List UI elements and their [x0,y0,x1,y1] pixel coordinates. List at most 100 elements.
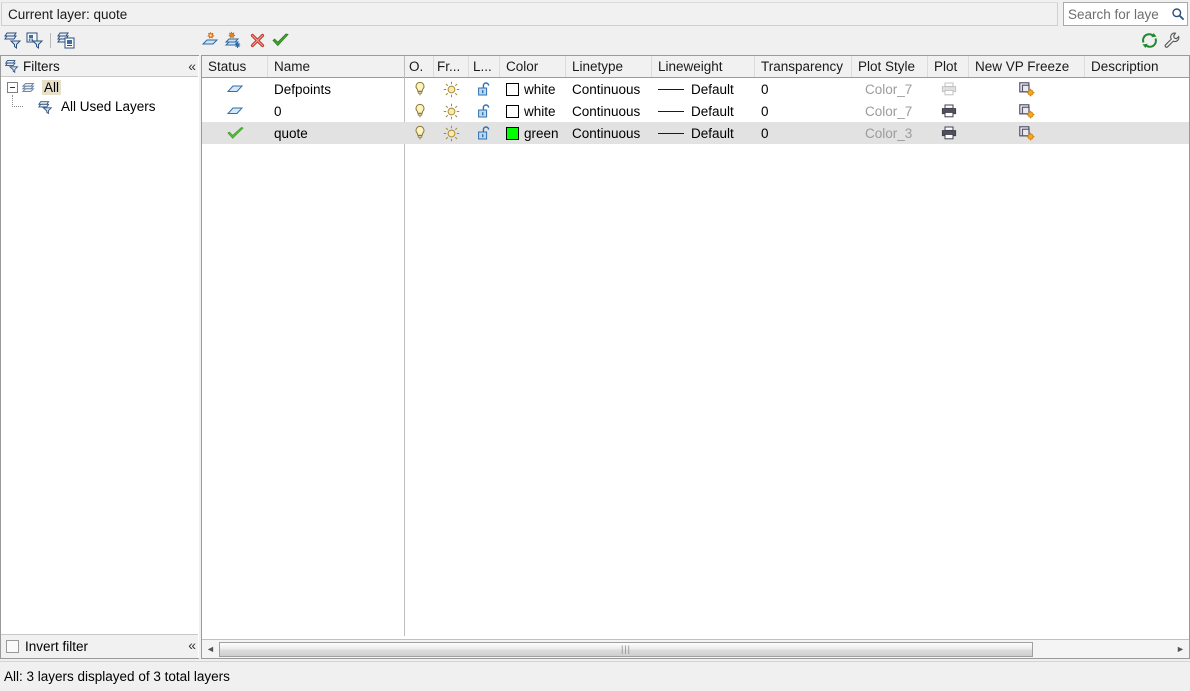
cell-lineweight[interactable]: Default [652,78,755,100]
column-header-freeze[interactable]: Fr... [434,56,469,77]
column-header-on[interactable]: O. [405,56,434,77]
cell-linetype[interactable]: Continuous [566,100,652,122]
invert-filter-label: Invert filter [25,639,89,654]
cell-lineweight[interactable]: Default [652,100,755,122]
filter-tree-item-all-used-layers[interactable]: All Used Layers [1,95,198,116]
lineweight-label: Default [691,125,734,141]
cell-plot-style[interactable]: Color_7 [852,100,928,122]
toolbar [0,28,1190,53]
layer-properties-manager: Current layer: quote Search for laye Fil… [0,0,1190,691]
expander-icon[interactable] [7,82,18,93]
collapse-filters-bottom-button[interactable]: « [188,637,196,653]
column-header-lock[interactable]: L... [469,56,500,77]
column-header-color[interactable]: Color [500,56,566,77]
cell-new-vp-freeze[interactable] [969,122,1085,144]
column-header-transparency[interactable]: Transparency [755,56,852,77]
cell-transparency[interactable]: 0 [755,122,852,144]
cell-linetype[interactable]: Continuous [566,122,652,144]
column-header-plot[interactable]: Plot [928,56,969,77]
cell-description[interactable] [1085,122,1189,144]
cell-freeze[interactable] [434,122,469,144]
sun-icon [443,103,460,119]
status-bar: All: 3 layers displayed of 3 total layer… [0,661,1190,691]
vp-freeze-icon [1019,81,1035,96]
lineweight-preview-icon [658,88,684,90]
column-header-lineweight[interactable]: Lineweight [652,56,755,77]
cell-plot[interactable] [928,122,969,144]
refresh-icon[interactable] [1140,31,1159,50]
column-header-linetype[interactable]: Linetype [566,56,652,77]
unlocked-padlock-icon [478,104,490,118]
table-row[interactable]: 0 white Continuous Default 0 Color_7 [202,100,1189,122]
layer-icon [227,85,243,92]
cell-color[interactable]: white [500,78,566,100]
cell-freeze[interactable] [434,78,469,100]
delete-layer-icon[interactable] [248,31,267,50]
cell-lock[interactable] [469,78,500,100]
scroll-left-arrow[interactable]: ◄ [202,641,219,658]
cell-name[interactable]: quote [268,122,405,144]
current-layer-label: Current layer: quote [8,6,128,22]
tree-connector [12,106,23,107]
search-box[interactable] [1063,2,1188,26]
wrench-icon[interactable] [1163,31,1182,50]
lightbulb-on-icon [415,81,424,96]
cell-status[interactable] [202,122,268,144]
cell-new-vp-freeze[interactable] [969,100,1085,122]
vp-freeze-icon [1019,125,1035,140]
scrollbar-track[interactable]: ||| [219,641,1172,658]
color-label: white [524,81,556,97]
scrollbar-thumb[interactable]: ||| [219,641,1033,657]
cell-linetype[interactable]: Continuous [566,78,652,100]
horizontal-scrollbar[interactable]: ◄ ||| ► [202,639,1189,658]
search-input[interactable] [1068,4,1171,24]
checkmark-icon[interactable] [271,31,290,50]
new-layer-icon[interactable] [201,31,220,50]
layer-filter-icon[interactable] [3,31,22,50]
cell-plot-style[interactable]: Color_3 [852,122,928,144]
cell-lineweight[interactable]: Default [652,122,755,144]
column-header-plot-style[interactable]: Plot Style [852,56,928,77]
column-header-description[interactable]: Description [1085,56,1189,77]
invert-filter-checkbox[interactable] [6,640,19,653]
printer-icon [941,82,956,96]
color-label: white [524,103,556,119]
cell-on[interactable] [405,100,434,122]
table-row[interactable]: Defpoints white Continuous Default 0 Col… [202,78,1189,100]
cell-status[interactable] [202,78,268,100]
cell-color[interactable]: white [500,100,566,122]
column-header-name[interactable]: Name [268,56,405,77]
collapse-filters-button[interactable]: « [188,58,196,74]
cell-status[interactable] [202,100,268,122]
column-header-status[interactable]: Status [202,56,268,77]
scroll-right-arrow[interactable]: ► [1172,641,1189,658]
cell-on[interactable] [405,122,434,144]
lineweight-label: Default [691,103,734,119]
cell-description[interactable] [1085,78,1189,100]
new-layer-vp-frozen-icon[interactable] [224,31,243,50]
layer-group-filter-icon[interactable] [25,31,44,50]
filters-header: Filters « [1,56,198,77]
column-header-new-vp-freeze[interactable]: New VP Freeze [969,56,1085,77]
cell-lock[interactable] [469,100,500,122]
layer-icon [227,107,243,114]
cell-freeze[interactable] [434,100,469,122]
cell-name[interactable]: 0 [268,100,405,122]
cell-plot[interactable] [928,78,969,100]
cell-color[interactable]: green [500,122,566,144]
cell-name[interactable]: Defpoints [268,78,405,100]
cell-plot-style[interactable]: Color_7 [852,78,928,100]
cell-plot[interactable] [928,100,969,122]
cell-new-vp-freeze[interactable] [969,78,1085,100]
cell-on[interactable] [405,78,434,100]
filter-tree-item-all[interactable]: All [1,78,198,97]
search-icon [1172,8,1185,21]
cell-lock[interactable] [469,122,500,144]
layer-states-icon[interactable] [57,31,76,50]
table-row[interactable]: quote green Continuous Default 0 Color_3 [202,122,1189,144]
cell-description[interactable] [1085,100,1189,122]
filters-tree: All All Used Layers [1,78,198,116]
cell-transparency[interactable]: 0 [755,78,852,100]
lightbulb-on-icon [415,125,424,140]
cell-transparency[interactable]: 0 [755,100,852,122]
